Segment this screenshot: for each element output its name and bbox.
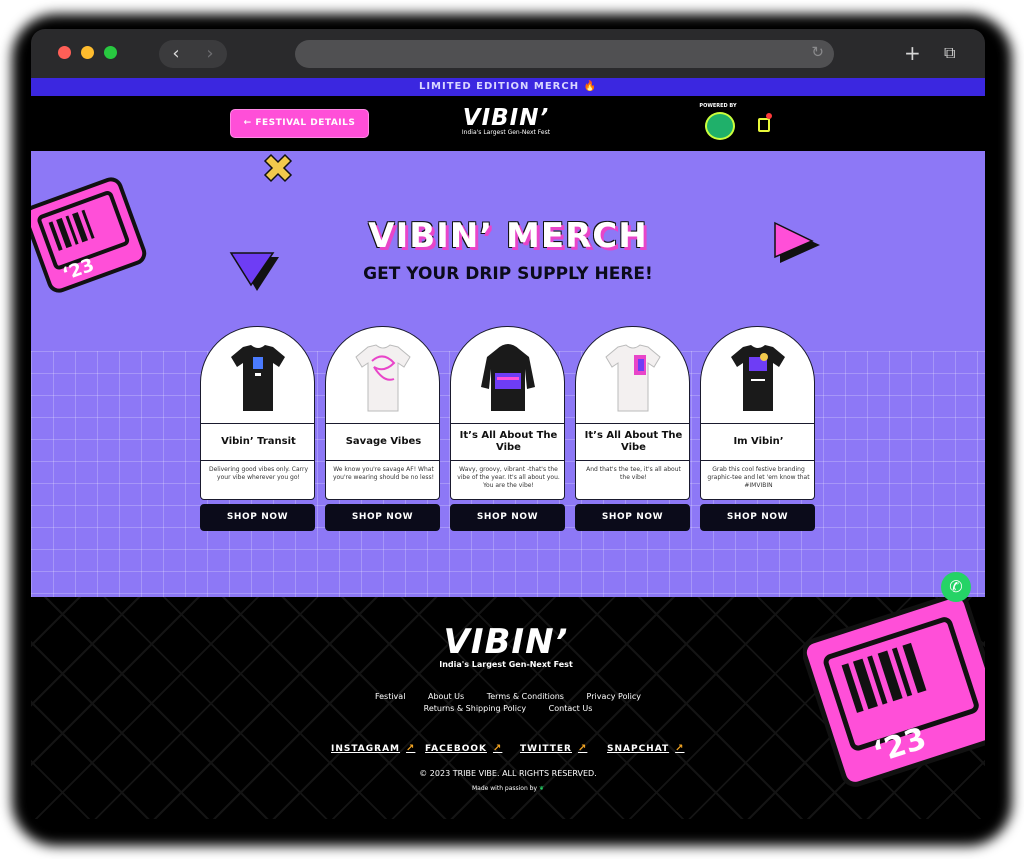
forward-icon[interactable]: › [193, 43, 227, 65]
cart-badge [766, 113, 772, 119]
logo-text: VIBIN’ [462, 105, 550, 131]
instagram-link[interactable]: INSTAGRAM ↗ [331, 743, 415, 754]
site-footer: ‘23 VIBIN’ India's Largest Gen-Next Fest… [31, 597, 985, 819]
arrow-up-right-icon: ↗ [406, 743, 416, 754]
tabs-overview-icon[interactable]: ⧉ [944, 41, 955, 65]
product-description: And that's the tee, it's all about the v… [586, 466, 681, 481]
copyright: © 2023 TRIBE VIBE. ALL RIGHTS RESERVED. [419, 769, 597, 778]
product-name: It’s All About The Vibe [451, 423, 564, 461]
product-card[interactable]: It’s All About The Vibe And that's the t… [575, 326, 690, 500]
product-card[interactable]: Im Vibin’ Grab this cool festive brandin… [700, 326, 815, 500]
address-bar[interactable]: ↻ [295, 40, 834, 68]
cart-icon[interactable] [758, 118, 770, 132]
hoodie-image [481, 344, 535, 411]
whatsapp-icon[interactable]: ✆ [941, 572, 971, 602]
facebook-link[interactable]: FACEBOOK ↗ [425, 743, 502, 754]
minimize-window-button[interactable] [81, 46, 94, 59]
leaf-icon: ❦ [538, 785, 544, 792]
product-name: Im Vibin’ [701, 423, 814, 461]
arrow-up-right-icon: ↗ [675, 743, 685, 754]
product-card[interactable]: It’s All About The Vibe Wavy, groovy, vi… [450, 326, 565, 500]
page: ‹ › ↻ + ⧉ LIMITED EDITION MERCH 🔥 ← FEST… [0, 0, 1024, 859]
product-name: Savage Vibes [326, 423, 439, 461]
page-subtitle: GET YOUR DRIP SUPPLY HERE! [363, 264, 653, 284]
made-with-passion: Made with passion by ❦ [472, 785, 544, 792]
cross-sticker-icon [263, 153, 293, 183]
history-nav: ‹ › [159, 40, 227, 68]
browser-window: ‹ › ↻ + ⧉ LIMITED EDITION MERCH 🔥 ← FEST… [31, 29, 985, 819]
shop-now-button[interactable]: SHOP NOW [450, 504, 565, 531]
footer-link-terms[interactable]: Terms & Conditions [487, 692, 564, 701]
product-description: Wavy, groovy, vibrant -that's the vibe o… [457, 466, 560, 489]
footer-link-returns[interactable]: Returns & Shipping Policy [424, 704, 527, 713]
tshirt-image [605, 344, 661, 412]
tshirt-image [231, 345, 285, 411]
footer-logo[interactable]: VIBIN’ India's Largest Gen-Next Fest [411, 625, 601, 671]
tshirt-image [731, 345, 785, 411]
merch-hero: ‘23 VIBIN’ MERCH GET YOUR DRIP SUPPLY HE… [31, 151, 985, 597]
product-description: We know you're savage AF! What you're we… [332, 466, 435, 481]
arrow-up-right-icon: ↗ [577, 743, 588, 754]
browser-toolbar: ‹ › ↻ + ⧉ [31, 29, 985, 78]
shop-now-button[interactable]: SHOP NOW [200, 504, 315, 531]
footer-tagline: India's Largest Gen-Next Fest [439, 660, 573, 669]
product-card[interactable]: Vibin’ Transit Delivering good vibes onl… [200, 326, 315, 500]
close-window-button[interactable] [58, 46, 71, 59]
logo-tagline: India's Largest Gen-Next Fest [461, 129, 551, 136]
sponsor-logo [705, 112, 735, 140]
shop-now-button[interactable]: SHOP NOW [575, 504, 690, 531]
footer-links: Festival About Us Terms & Conditions Pri… [331, 691, 685, 715]
product-description: Grab this cool festive branding graphic-… [707, 466, 810, 489]
footer-link-festival[interactable]: Festival [375, 692, 405, 701]
powered-by-label: POWERED BY [699, 103, 737, 109]
header-logo[interactable]: VIBIN’ India's Largest Gen-Next Fest [451, 107, 561, 137]
footer-link-privacy[interactable]: Privacy Policy [587, 692, 642, 701]
product-name: Vibin’ Transit [201, 423, 314, 461]
new-tab-icon[interactable]: + [904, 41, 921, 65]
page-title: VIBIN’ MERCH [368, 216, 648, 256]
tshirt-image [355, 344, 411, 412]
twitter-link[interactable]: TWITTER ↗ [520, 743, 587, 754]
product-name: It’s All About The Vibe [576, 423, 689, 461]
footer-logo-text: VIBIN’ [443, 622, 569, 662]
maximize-window-button[interactable] [104, 46, 117, 59]
festival-details-button[interactable]: ← FESTIVAL DETAILS [230, 109, 369, 138]
arrow-up-right-icon: ↗ [492, 743, 503, 754]
limited-edition-banner: LIMITED EDITION MERCH 🔥 [31, 78, 985, 96]
ticket-sticker-large-icon: ‘23 [803, 597, 985, 787]
footer-link-contact[interactable]: Contact Us [549, 704, 593, 713]
back-icon[interactable]: ‹ [159, 43, 193, 65]
footer-link-about[interactable]: About Us [428, 692, 464, 701]
product-card[interactable]: Savage Vibes We know you're savage AF! W… [325, 326, 440, 500]
site-header: ← FESTIVAL DETAILS VIBIN’ India's Larges… [31, 96, 985, 151]
product-description: Delivering good vibes only. Carry your v… [208, 466, 309, 481]
shop-now-button[interactable]: SHOP NOW [325, 504, 440, 531]
shop-now-button[interactable]: SHOP NOW [700, 504, 815, 531]
snapchat-link[interactable]: SNAPCHAT ↗ [607, 743, 685, 754]
reload-icon[interactable]: ↻ [811, 43, 824, 61]
